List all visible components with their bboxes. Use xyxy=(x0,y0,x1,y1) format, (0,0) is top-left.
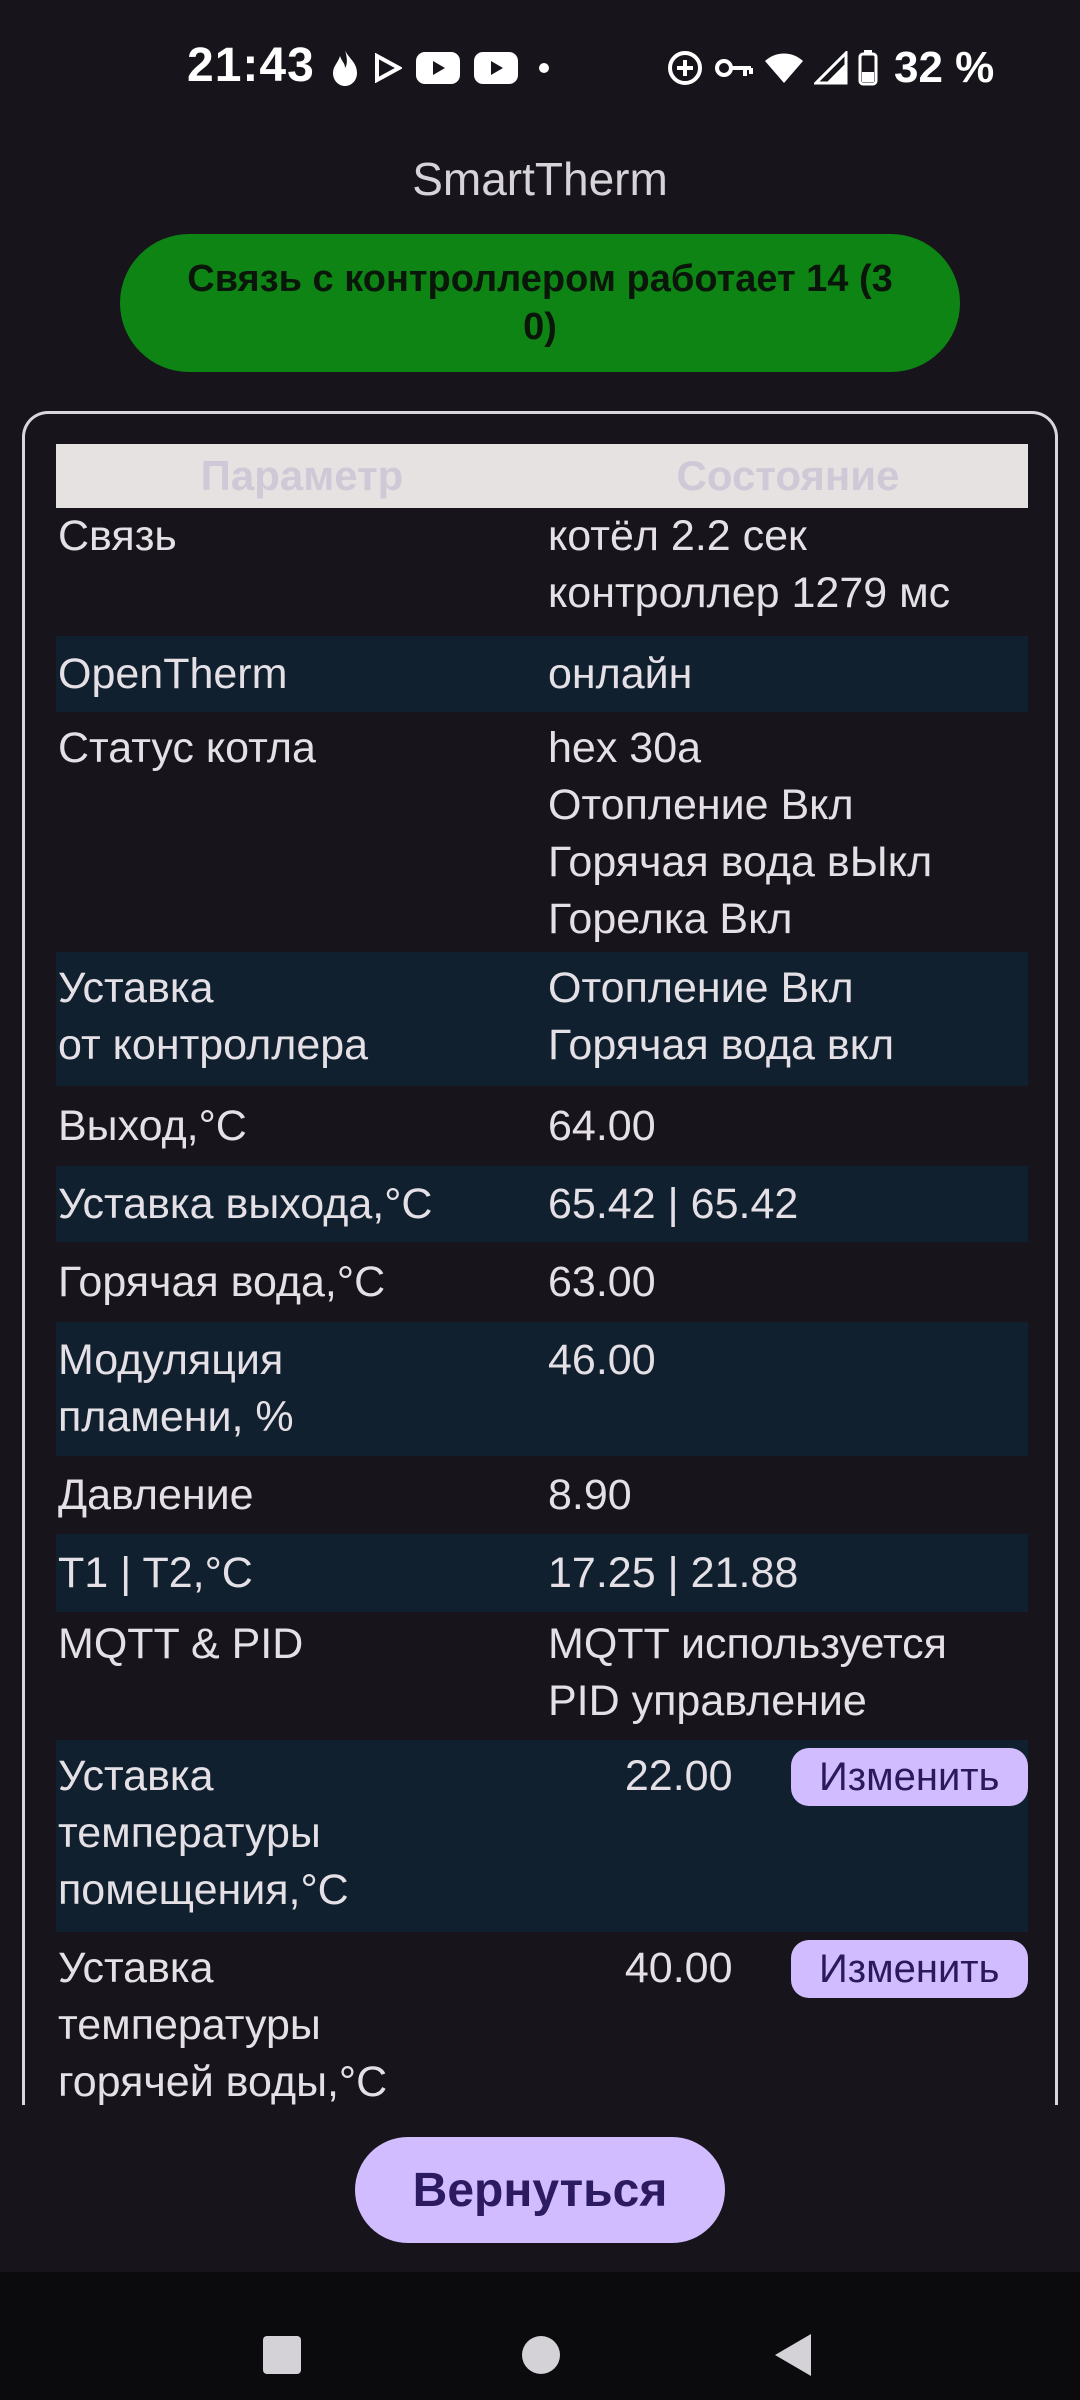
navigation-bar xyxy=(0,2272,1080,2400)
row-param: Уставка от контроллера xyxy=(58,964,369,1069)
app-title: SmartTherm xyxy=(412,153,668,205)
table-row-room-setpoint: Уставка температуры помещения,°C 22.00 И… xyxy=(56,1740,1028,1932)
table-row-t1-t2: T1 | T2,°C 17.25 | 21.88 xyxy=(56,1534,1028,1612)
table-row-hot-water: Горячая вода,°C 63.00 xyxy=(56,1242,1028,1322)
row-param: Уставка температуры помещения,°C xyxy=(58,1752,349,1914)
row-value: 63.00 xyxy=(548,1257,656,1306)
row-value: 46.00 xyxy=(548,1336,656,1384)
row-value: онлайн xyxy=(548,649,693,698)
table-row-controller-setpoint: Уставка от контроллера Отопление Вкл Гор… xyxy=(56,952,1028,1086)
row-param: Уставка температуры горячей воды,°C xyxy=(58,1944,388,2105)
row-param: T1 | T2,°C xyxy=(58,1548,253,1597)
vpn-key-icon xyxy=(715,59,753,77)
play-store-icon xyxy=(375,53,402,83)
battery-icon xyxy=(858,50,878,86)
table-row-modulation: Модуляция пламени, % 46.00 xyxy=(56,1322,1028,1456)
recents-icon[interactable] xyxy=(263,2336,301,2374)
edit-dhw-setpoint-button[interactable]: Изменить xyxy=(790,1940,1028,1998)
row-param: Связь xyxy=(58,512,177,560)
room-setpoint-value: 22.00 xyxy=(624,1752,733,1800)
row-param: Уставка выхода,°C xyxy=(58,1179,433,1228)
youtube-icon xyxy=(416,52,460,84)
row-param: Модуляция пламени, % xyxy=(58,1336,294,1441)
row-param: OpenTherm xyxy=(58,649,288,698)
status-time: 21:43 xyxy=(187,39,315,92)
signal-icon xyxy=(814,51,848,85)
dhw-setpoint-value: 40.00 xyxy=(624,1944,733,1992)
table-row-pressure: Давление 8.90 xyxy=(56,1456,1028,1534)
status-card[interactable]: Параметр Состояние Связь котёл 2.2 сек к… xyxy=(22,411,1058,2105)
row-value: котёл 2.2 сек контроллер 1279 мс xyxy=(548,512,951,617)
row-param: Статус котла xyxy=(58,724,316,772)
row-value: 64.00 xyxy=(548,1101,656,1150)
header-param: Параметр xyxy=(200,452,404,499)
battery-percent: 32 % xyxy=(894,43,995,92)
status-notification-icons xyxy=(330,44,556,92)
edit-room-setpoint-button[interactable]: Изменить xyxy=(790,1748,1028,1806)
row-value: 8.90 xyxy=(548,1470,632,1519)
status-system-icons: 32 % xyxy=(666,42,994,94)
row-value: 17.25 | 21.88 xyxy=(548,1548,799,1597)
data-saver-icon xyxy=(668,51,702,85)
dot-icon xyxy=(539,63,549,73)
youtube-icon xyxy=(474,52,518,84)
screen: 21:43 32 % SmartTherm Связь с контроллер… xyxy=(0,0,1080,2400)
row-param: MQTT & PID xyxy=(58,1620,304,1668)
table-row-link: Связь котёл 2.2 сек контроллер 1279 мс xyxy=(56,508,1028,636)
table-row-mqtt-pid: MQTT & PID MQTT используется PID управле… xyxy=(56,1612,1028,1740)
table-row-output: Выход,°C 64.00 xyxy=(56,1086,1028,1166)
row-value: 65.42 | 65.42 xyxy=(548,1179,799,1228)
row-value: hex 30a Отопление Вкл Горячая вода вЫкл … xyxy=(548,724,933,943)
row-value: Отопление Вкл Горячая вода вкл xyxy=(548,964,895,1069)
back-icon[interactable] xyxy=(775,2334,811,2376)
status-table: Параметр Состояние Связь котёл 2.2 сек к… xyxy=(56,444,1028,2105)
row-param: Выход,°C xyxy=(58,1101,247,1150)
connection-status-banner: Связь с контроллером работает 14 (3 0) xyxy=(120,234,960,372)
row-param: Давление xyxy=(58,1470,254,1519)
table-row-opentherm: OpenTherm онлайн xyxy=(56,636,1028,712)
status-bar: 21:43 32 % xyxy=(0,0,1080,140)
wifi-icon xyxy=(765,53,803,83)
table-header: Параметр Состояние xyxy=(56,444,1028,508)
return-button[interactable]: Вернуться xyxy=(355,2137,725,2243)
table-row-dhw-setpoint: Уставка температуры горячей воды,°C 40.0… xyxy=(56,1932,1028,2105)
table-row-output-setpoint: Уставка выхода,°C 65.42 | 65.42 xyxy=(56,1166,1028,1242)
row-param: Горячая вода,°C xyxy=(58,1257,386,1306)
flame-icon xyxy=(333,50,357,86)
row-value: MQTT используется PID управление xyxy=(548,1620,947,1725)
header-state: Состояние xyxy=(676,452,900,499)
table-row-boiler-status: Статус котла hex 30a Отопление Вкл Горяч… xyxy=(56,712,1028,952)
home-icon[interactable] xyxy=(522,2336,560,2374)
